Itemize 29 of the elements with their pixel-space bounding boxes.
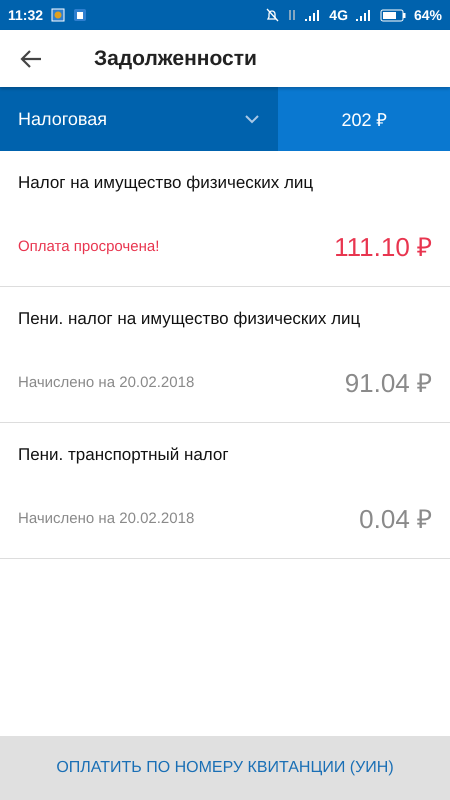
back-button[interactable] bbox=[20, 48, 42, 68]
back-arrow-icon bbox=[20, 48, 42, 68]
notification-icon bbox=[51, 8, 66, 22]
debt-status: Начислено на 20.02.2018 bbox=[18, 510, 194, 526]
debt-title: Пени. налог на имущество физических лиц bbox=[18, 309, 362, 329]
data-arrows-icon bbox=[287, 8, 298, 22]
notification-icon bbox=[73, 8, 88, 22]
debt-status: Начислено на 20.02.2018 bbox=[18, 374, 194, 390]
pay-by-uin-button[interactable]: ОПЛАТИТЬ ПО НОМЕРУ КВИТАНЦИИ (УИН) bbox=[0, 736, 450, 800]
debt-status: Оплата просрочена! bbox=[18, 238, 160, 254]
debt-title: Налог на имущество физических лиц bbox=[18, 173, 314, 193]
debt-amount: 91.04 ₽ bbox=[344, 367, 432, 400]
debt-item[interactable]: Пени. транспортный налог Начислено на 20.02.2018 0.04 ₽ bbox=[0, 423, 450, 559]
mute-bell-icon bbox=[265, 8, 280, 22]
screen-title: Задолженности bbox=[94, 46, 257, 70]
battery-icon bbox=[380, 8, 406, 22]
debt-title: Пени. транспортный налог bbox=[18, 445, 230, 465]
debt-item[interactable]: Пени. налог на имущество физических лиц Начислено на 20.02.2018 91.04 ₽ bbox=[0, 287, 450, 423]
clock: 11:32 bbox=[8, 7, 44, 23]
network-type: 4G bbox=[329, 7, 348, 23]
debt-amount: 0.04 ₽ bbox=[359, 503, 432, 536]
debt-amount: 111.10 ₽ bbox=[334, 231, 432, 264]
chevron-down-icon bbox=[244, 114, 260, 124]
signal-icon bbox=[305, 9, 322, 21]
battery-level: 64% bbox=[414, 7, 442, 23]
debt-item[interactable]: Налог на имущество физических лиц Оплата просрочена! 111.10 ₽ bbox=[0, 151, 450, 287]
total-amount: 202 ₽ bbox=[341, 109, 387, 131]
category-dropdown[interactable]: Налоговая bbox=[0, 87, 278, 151]
signal-icon bbox=[356, 9, 372, 21]
